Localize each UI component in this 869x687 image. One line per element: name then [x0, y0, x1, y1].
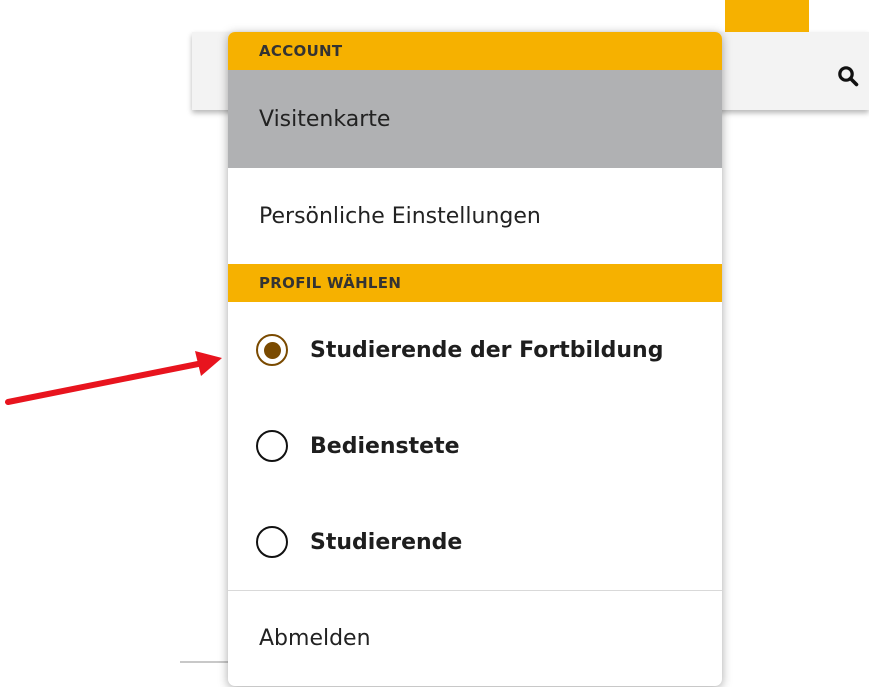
radio-unchecked-icon[interactable] — [256, 526, 288, 558]
profile-section-header: PROFIL WÄHLEN — [228, 264, 722, 302]
profile-option-bedienstete[interactable]: Bedienstete — [228, 398, 722, 494]
radio-dot — [263, 341, 281, 359]
annotation-arrow-icon — [5, 351, 222, 405]
menu-item-label: Visitenkarte — [259, 106, 391, 132]
profile-option-label: Studierende der Fortbildung — [310, 337, 664, 363]
search-icon — [838, 66, 859, 87]
profile-option-label: Bedienstete — [310, 433, 460, 459]
menu-item-personal-settings[interactable]: Persönliche Einstellungen — [228, 168, 722, 264]
header-accent-tab[interactable] — [725, 0, 809, 32]
profile-option-label: Studierende — [310, 529, 463, 555]
radio-unchecked-icon[interactable] — [256, 430, 288, 462]
page-divider-line — [180, 661, 230, 663]
search-button[interactable] — [832, 60, 864, 92]
menu-item-label: Persönliche Einstellungen — [259, 203, 541, 229]
account-dropdown-menu: ACCOUNT Visitenkarte Persönliche Einstel… — [228, 32, 722, 686]
logout-label: Abmelden — [259, 626, 371, 651]
profile-option-studierende-fortbildung[interactable]: Studierende der Fortbildung — [228, 302, 722, 398]
logout-button[interactable]: Abmelden — [228, 591, 722, 686]
profile-option-studierende[interactable]: Studierende — [228, 494, 722, 590]
account-section-header: ACCOUNT — [228, 32, 722, 70]
radio-checked-icon[interactable] — [256, 334, 288, 366]
menu-item-visitenkarte[interactable]: Visitenkarte — [228, 70, 722, 168]
